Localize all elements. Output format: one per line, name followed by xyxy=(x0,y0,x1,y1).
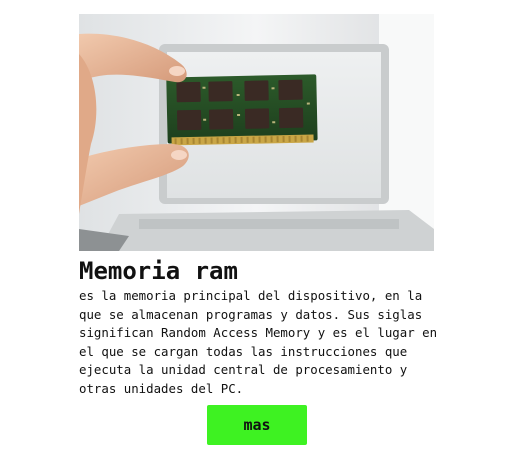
ram-card: Memoria ram es la memoria principal del … xyxy=(79,14,437,398)
card-title: Memoria ram xyxy=(79,257,238,285)
card-description: es la memoria principal del dispositivo,… xyxy=(79,288,438,396)
more-button[interactable]: mas xyxy=(207,405,307,445)
ram-module-photo xyxy=(79,14,434,251)
